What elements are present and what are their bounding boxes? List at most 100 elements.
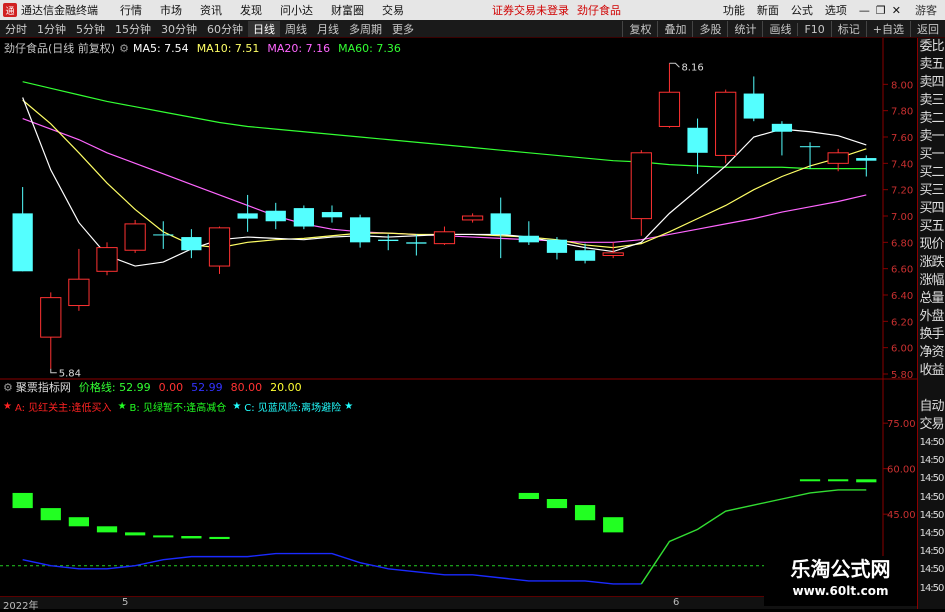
candle-body-down [574, 250, 596, 261]
chart-info-line: 劲仔食品(日线 前复权) ⚙ MA5: 7.54 MA10: 7.51 MA20… [0, 40, 401, 56]
side-panel-item: 14:50 [919, 473, 945, 485]
chart-title: 劲仔食品(日线 前复权) [4, 42, 116, 55]
period-tab-multi[interactable]: 多周期 [344, 21, 387, 37]
menu-item-options[interactable]: 选项 [825, 2, 847, 18]
period-tab-monthly[interactable]: 月线 [312, 21, 344, 37]
mark-button[interactable]: 标记 [830, 21, 866, 37]
candle-body-down [406, 242, 427, 244]
period-tab-60min[interactable]: 60分钟 [202, 21, 248, 37]
candle-body-down [12, 213, 33, 272]
side-panel-item: 涨跌 [919, 255, 944, 270]
side-panel-item: 14:50 [919, 564, 945, 576]
watermark-url: www.60lt.com [792, 584, 889, 598]
price-tick-label: 7.80 [891, 107, 913, 118]
period-tab-15min[interactable]: 15分钟 [110, 21, 156, 37]
draw-line-button[interactable]: 画线 [762, 21, 797, 37]
price-tick-label: 8.00 [891, 80, 913, 91]
side-panel-item: 14:50 [919, 546, 945, 558]
menu-item-formula[interactable]: 公式 [791, 2, 813, 18]
settings-gear-icon[interactable]: ⚙ [119, 42, 129, 55]
period-tab-timeshare[interactable]: 分时 [0, 21, 32, 37]
back-button[interactable]: 返回 [910, 21, 945, 37]
indicator-price-line: 价格线: 52.99 [78, 381, 151, 394]
ma60-label: MA60: 7.36 [338, 41, 401, 55]
side-panel-item: 买三 [919, 183, 944, 198]
price-tick-label: 6.40 [891, 291, 913, 302]
side-panel-item[interactable] [918, 380, 945, 398]
menu-item-new-page[interactable]: 新面 [757, 2, 779, 18]
price-tick-label: 6.00 [891, 344, 913, 355]
side-panel-item: 买四 [919, 201, 944, 216]
side-panel-item: 收益 [919, 363, 944, 378]
legend-a: A: 见红关主:逢低买入 [14, 402, 112, 414]
side-panel-item: 买一 [919, 147, 944, 162]
close-button[interactable]: ✕ [892, 4, 901, 17]
side-panel-item: 买五 [919, 219, 944, 234]
current-stock-name: 劲仔食品 [577, 4, 621, 17]
overlay-button[interactable]: 叠加 [657, 21, 692, 37]
indicator-gear-icon[interactable]: ⚙ [0, 381, 16, 394]
guest-label[interactable]: 游客 [915, 2, 937, 18]
candle-body-down [349, 217, 371, 243]
candle-body-up [40, 297, 62, 338]
add-watchlist-button[interactable]: +自选 [865, 21, 910, 37]
menu-item-ask[interactable]: 问小达 [280, 2, 313, 18]
menu-item-wealth[interactable]: 财富圈 [331, 2, 364, 18]
candle-body-up [827, 152, 849, 164]
menu-item-quotes[interactable]: 行情 [120, 2, 142, 18]
candle-body-down [265, 210, 286, 222]
candle-body-up [715, 91, 737, 156]
period-tab-1min[interactable]: 1分钟 [32, 21, 71, 37]
f10-button[interactable]: F10 [797, 22, 830, 36]
indicator-name[interactable]: 聚票指标网 [16, 379, 71, 395]
candle-body-up [208, 227, 231, 267]
ind-tick-label: 60.00 [887, 465, 916, 476]
ind-tick-label: 45.00 [887, 510, 916, 521]
period-tab-30min[interactable]: 30分钟 [156, 21, 202, 37]
menu-item-market[interactable]: 市场 [160, 2, 182, 18]
kline-chart[interactable]: 8.165.84 8.007.807.607.407.207.006.806.6… [0, 38, 917, 596]
minimize-button[interactable]: — [859, 4, 870, 17]
candle-body-up [68, 278, 90, 307]
legend-b: B: 见绿暂不:逢高减仓 [129, 402, 227, 414]
candle-body-up [630, 152, 652, 220]
menu-bar: 通 通达信金融终端 行情 市场 资讯 发现 问小达 财富圈 交易 证券交易未登录… [0, 0, 945, 20]
login-warning[interactable]: 证券交易未登录 [492, 2, 569, 18]
candle-body-up [602, 252, 624, 257]
candle-body-down [856, 158, 877, 161]
menu-item-function[interactable]: 功能 [723, 2, 745, 18]
ind-green-bar [603, 517, 624, 533]
side-panel-item: 14:50 [919, 491, 945, 503]
legend-star-icon: ★ [232, 400, 242, 412]
side-panel-item[interactable]: 自动 [918, 398, 945, 416]
multi-stock-button[interactable]: 多股 [692, 21, 727, 37]
ind-green-bar [799, 479, 821, 482]
price-tick-label: 7.20 [891, 186, 913, 197]
ind-green-bar [856, 479, 877, 483]
menu-item-news[interactable]: 资讯 [200, 2, 222, 18]
period-tab-daily[interactable]: 日线 [248, 20, 280, 37]
legend-c: C: 见蓝风险:离场避险 [244, 402, 342, 414]
restore-rights-button[interactable]: 复权 [622, 21, 657, 37]
indicator-legend: ★ A: 见红关主:逢低买入 ★ B: 见绿暂不:逢高减仓 ★ C: 见蓝风险:… [0, 399, 353, 414]
indicator-value-2: 52.99 [191, 380, 223, 394]
side-panel-item: 总量 [919, 291, 944, 306]
candle-body-down [153, 234, 174, 236]
candle-body-down [181, 237, 202, 251]
ind-green-bar [209, 536, 230, 540]
maximize-button[interactable]: ❐ [876, 4, 886, 17]
indicator-value-3: 80.00 [230, 380, 263, 394]
ind-green-bar [518, 492, 539, 499]
menu-item-trade[interactable]: 交易 [382, 2, 404, 18]
side-panel-item[interactable]: 交易 [918, 416, 945, 434]
period-tab-5min[interactable]: 5分钟 [71, 21, 110, 37]
period-tab-weekly[interactable]: 周线 [280, 21, 312, 37]
indicator-value-1: 0.00 [158, 380, 184, 394]
price-tick-label: 7.00 [891, 212, 913, 223]
menu-item-discover[interactable]: 发现 [240, 2, 262, 18]
statistics-button[interactable]: 统计 [727, 21, 762, 37]
side-panel-item: 委比 [919, 39, 944, 54]
indicator-header: ⚙ 聚票指标网 价格线: 52.99 0.00 52.99 80.00 20.0… [0, 379, 302, 395]
side-panel-item: 卖五 [919, 57, 944, 72]
period-tab-more[interactable]: 更多 [387, 21, 419, 37]
